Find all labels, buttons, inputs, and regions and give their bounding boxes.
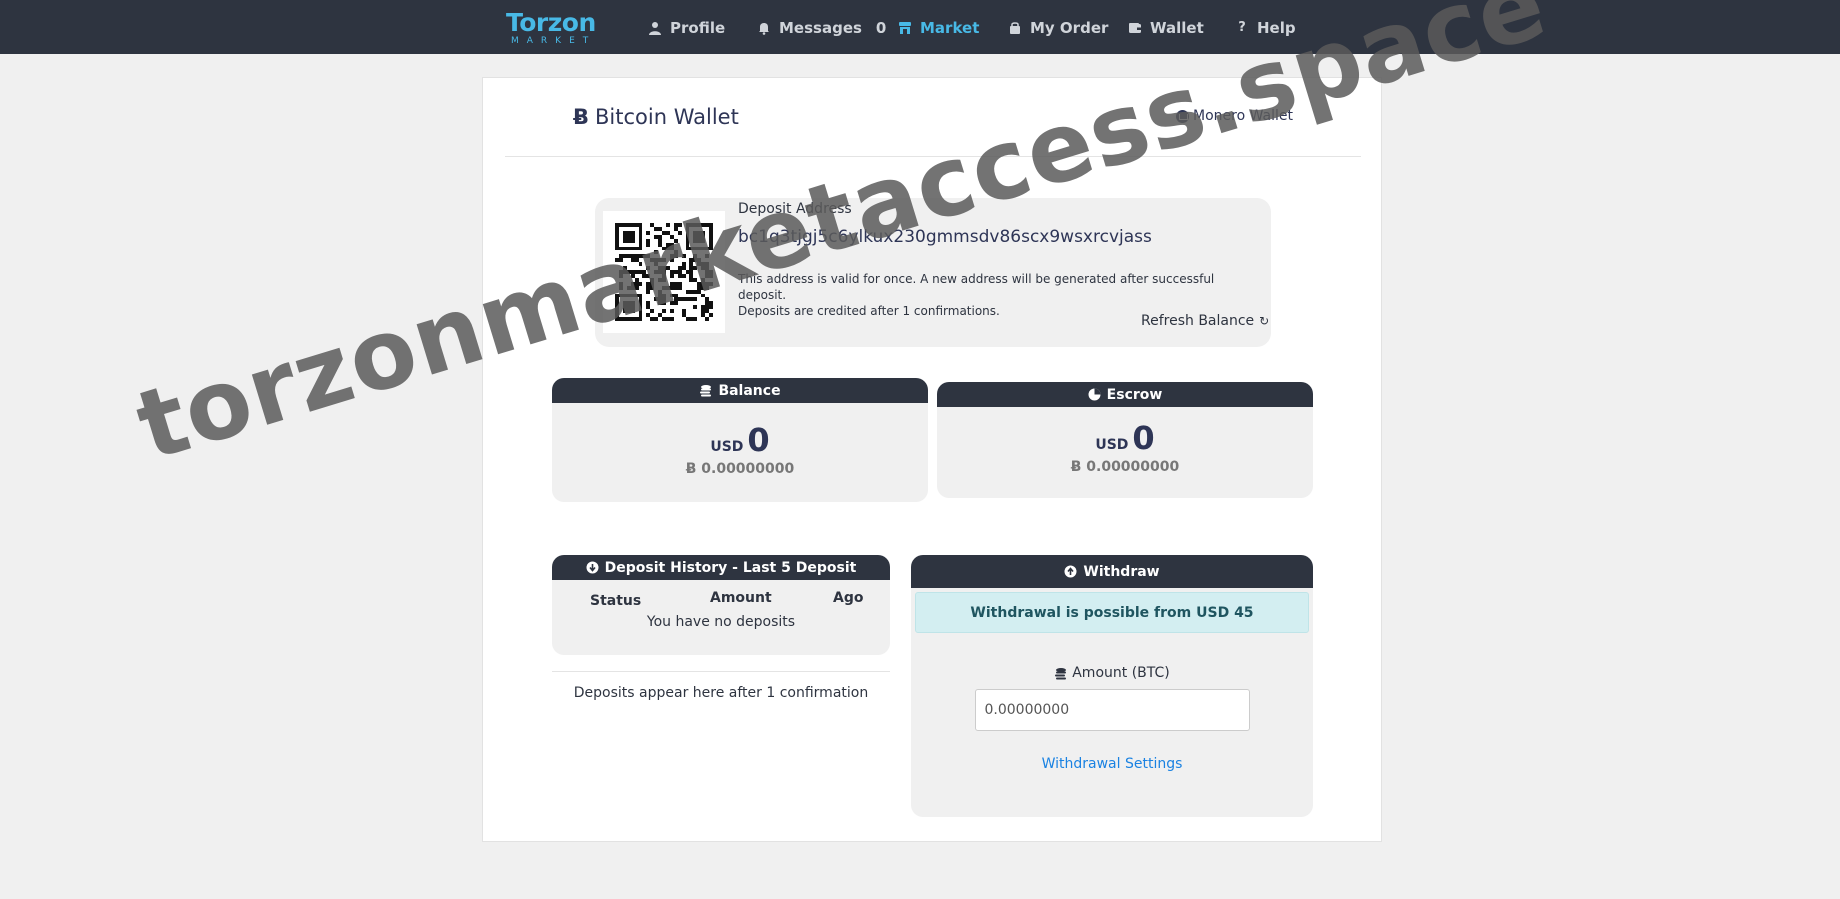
monero-wallet-link[interactable]: Monero Wallet <box>1176 108 1293 124</box>
user-icon <box>649 22 661 35</box>
arrow-down-circle-icon <box>586 561 599 574</box>
deposit-address[interactable]: bc1q3tjgj5c6ylkux230gmmsdv86scx9wsxrcvja… <box>738 227 1152 247</box>
nav-messages[interactable]: Messages 0 <box>757 17 886 39</box>
balance-btc-value: Ƀ 0.00000000 <box>685 461 795 477</box>
withdraw-header: Withdraw <box>911 555 1313 588</box>
amount-label: Amount (BTC) <box>911 665 1313 681</box>
nav-my-order-label: My Order <box>1030 19 1109 37</box>
withdraw-minimum-alert: Withdrawal is possible from USD 45 <box>915 592 1309 633</box>
deposit-history-card: Deposit History - Last 5 Deposit Status … <box>552 555 890 655</box>
store-icon <box>899 22 911 34</box>
escrow-btc-value: Ƀ 0.00000000 <box>1070 459 1180 475</box>
withdrawal-settings-link[interactable]: Withdrawal Settings <box>911 756 1313 772</box>
balance-title: Balance <box>718 382 781 399</box>
question-icon: ? <box>1238 20 1246 35</box>
column-ago: Ago <box>833 590 864 606</box>
balance-usd-value: 0 <box>747 421 770 459</box>
deposit-history-empty: You have no deposits <box>646 614 796 630</box>
nav-market-label: Market <box>920 19 980 37</box>
withdraw-title: Withdraw <box>1083 563 1160 580</box>
divider <box>552 671 890 672</box>
deposit-history-note: Deposits appear here after 1 confirmatio… <box>573 685 869 701</box>
nav-wallet[interactable]: Wallet <box>1128 17 1204 39</box>
withdraw-card: Withdraw Withdrawal is possible from USD… <box>911 555 1313 817</box>
balance-usd: USD 0 <box>552 421 928 459</box>
balance-card: Balance USD 0 Ƀ 0.00000000 <box>552 378 928 502</box>
refresh-icon: ↻ <box>1259 314 1270 328</box>
nav-wallet-label: Wallet <box>1150 19 1204 37</box>
column-status: Status <box>590 593 642 609</box>
wallet-icon <box>1129 23 1141 33</box>
nav-market[interactable]: Market <box>898 17 979 39</box>
wallet-panel: Ƀ Bitcoin Wallet Monero Wallet Deposit A… <box>482 77 1382 842</box>
withdraw-amount-input[interactable] <box>974 689 1250 731</box>
divider <box>505 156 1361 157</box>
page-title-text: Bitcoin Wallet <box>595 105 739 129</box>
escrow-usd: USD 0 <box>937 419 1313 457</box>
deposit-address-box: Deposit Address bc1q3tjgj5c6ylkux230gmms… <box>595 198 1271 347</box>
nav-profile[interactable]: Profile <box>648 17 725 39</box>
deposit-note-line1: This address is valid for once. A new ad… <box>738 272 1215 302</box>
nav-help-label: Help <box>1257 19 1296 37</box>
shopping-bag-icon <box>1010 22 1020 34</box>
arrow-up-circle-icon <box>1064 565 1077 578</box>
column-amount: Amount <box>710 590 772 606</box>
amount-label-text: Amount (BTC) <box>1072 665 1170 681</box>
nav-my-order[interactable]: My Order <box>1008 17 1108 39</box>
nav-help[interactable]: ? Help <box>1235 17 1296 39</box>
monero-icon <box>1176 109 1189 123</box>
refresh-balance-label: Refresh Balance <box>1141 313 1255 329</box>
torzon-logo[interactable]: Torzon MARKET <box>506 10 606 48</box>
top-navbar: Torzon MARKET Profile Messages 0 Market … <box>0 0 1840 54</box>
messages-count: 0 <box>875 19 887 37</box>
escrow-header: Escrow <box>937 382 1313 407</box>
qr-code-image <box>615 223 713 321</box>
coins-icon <box>1055 667 1067 679</box>
nav-profile-label: Profile <box>670 19 726 37</box>
balance-header: Balance <box>552 378 928 403</box>
qr-code <box>603 211 725 333</box>
balance-currency: USD <box>710 439 744 455</box>
logo-subtext: MARKET <box>511 36 597 46</box>
deposit-history-columns: Status Amount Ago <box>552 580 890 614</box>
monero-wallet-label: Monero Wallet <box>1193 108 1294 124</box>
deposit-history-header: Deposit History - Last 5 Deposit <box>552 555 890 580</box>
bell-icon <box>759 23 769 35</box>
pie-chart-icon <box>1088 388 1101 401</box>
deposit-history-title: Deposit History - Last 5 Deposit <box>604 559 857 576</box>
escrow-currency: USD <box>1095 437 1129 453</box>
deposit-note: This address is valid for once. A new ad… <box>738 271 1258 319</box>
refresh-balance-button[interactable]: Refresh Balance ↻ <box>1141 313 1269 329</box>
deposit-address-label: Deposit Address <box>738 201 852 217</box>
escrow-card: Escrow USD 0 Ƀ 0.00000000 <box>937 382 1313 498</box>
bitcoin-icon: Ƀ <box>573 105 590 129</box>
page-title: Ƀ Bitcoin Wallet <box>573 105 739 129</box>
nav-messages-label: Messages <box>779 19 862 37</box>
escrow-title: Escrow <box>1106 386 1163 403</box>
coins-icon <box>700 385 712 397</box>
escrow-usd-value: 0 <box>1132 419 1155 457</box>
logo-text: Torzon <box>506 8 596 37</box>
